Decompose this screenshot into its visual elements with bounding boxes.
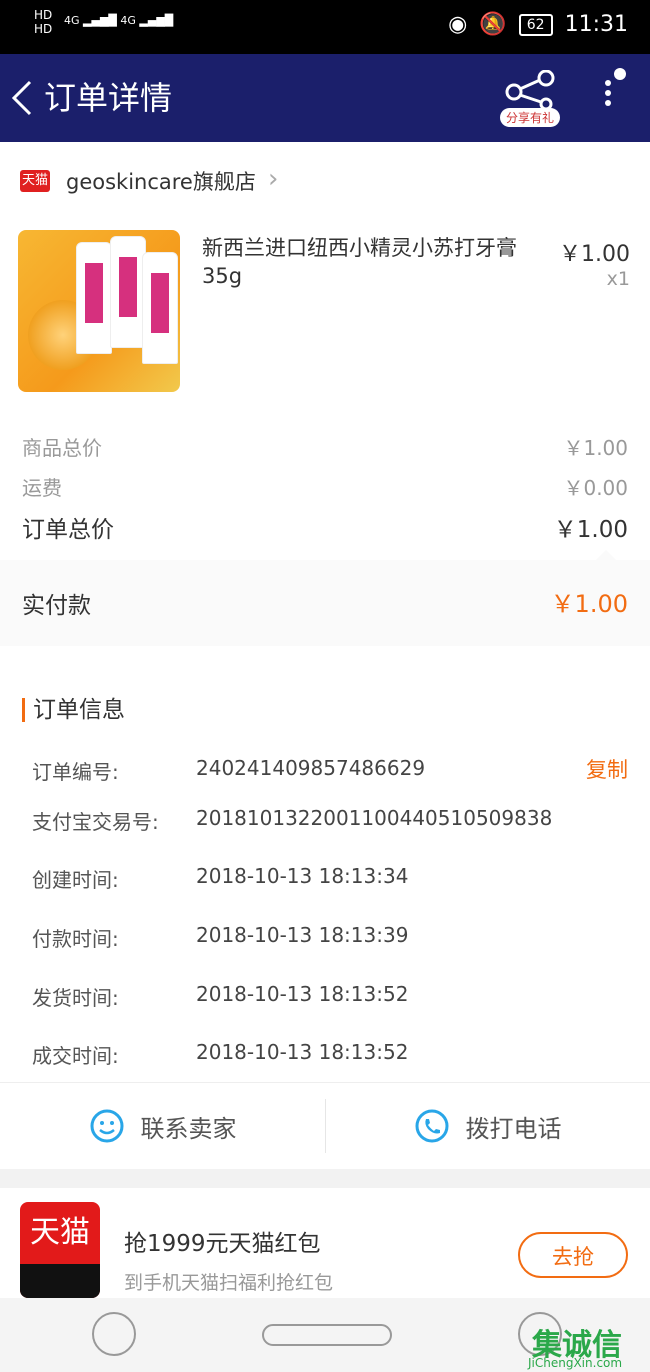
hd-badge-1: HD xyxy=(34,8,53,22)
chat-face-icon xyxy=(90,1109,123,1143)
more-menu-button[interactable] xyxy=(598,76,618,116)
shipping-value: ￥0.00 xyxy=(563,476,628,500)
order-total-label: 订单总价 xyxy=(22,517,114,543)
network-type-2: 4G xyxy=(120,14,136,27)
share-button[interactable]: 分享有礼 xyxy=(500,69,564,128)
contact-seller-label: 联系卖家 xyxy=(140,1114,237,1143)
nav-assistant-button[interactable] xyxy=(92,1312,136,1356)
promo-subtitle: 到手机天猫扫福利抢红包 xyxy=(124,1272,334,1294)
info-value: 240241409857486629 xyxy=(196,756,426,780)
paid-amount-row: 实付款 ￥1.00 xyxy=(0,550,650,646)
call-button[interactable]: 拨打电话 xyxy=(325,1083,650,1169)
hd-badge-2: HD xyxy=(34,22,53,36)
paid-label: 实付款 xyxy=(22,593,91,619)
share-reward-badge: 分享有礼 xyxy=(500,108,561,127)
status-left: HD HD 4G ▂▄▆█ 4G ▂▄▆█ xyxy=(34,8,173,36)
notch-marker xyxy=(596,550,616,560)
page-title: 订单详情 xyxy=(44,79,173,117)
promo-title: 抢1999元天猫红包 xyxy=(124,1231,321,1257)
share-icon xyxy=(505,69,555,111)
clock: 11:31 xyxy=(564,12,628,37)
info-value: 2018-10-13 18:13:39 xyxy=(196,923,409,947)
mute-bell-icon: 🔕 xyxy=(479,12,507,37)
info-label: 付款时间: xyxy=(32,927,119,951)
more-dot-icon xyxy=(605,80,611,86)
product-image[interactable] xyxy=(18,230,180,392)
product-quantity: x1 xyxy=(606,268,630,290)
watermark-url: JiChengXin.com xyxy=(528,1356,623,1370)
paid-value: ￥1.00 xyxy=(550,590,628,618)
section-title: 订单信息 xyxy=(22,698,125,722)
battery-indicator: 62 xyxy=(518,13,553,36)
action-bar: 联系卖家 拨打电话 xyxy=(0,1082,650,1169)
grab-button[interactable]: 去抢 xyxy=(518,1232,628,1278)
order-total-value: ￥1.00 xyxy=(553,517,628,543)
call-label: 拨打电话 xyxy=(465,1114,562,1143)
goods-total-label: 商品总价 xyxy=(22,436,102,460)
info-label: 成交时间: xyxy=(32,1044,119,1068)
more-dot-icon xyxy=(605,90,611,96)
more-dot-icon xyxy=(605,100,611,106)
info-label: 支付宝交易号: xyxy=(32,810,159,834)
contact-seller-button[interactable]: 联系卖家 xyxy=(0,1083,325,1169)
info-value: 2018-10-13 18:13:52 xyxy=(196,982,409,1006)
info-label: 创建时间: xyxy=(32,868,119,892)
status-bar: HD HD 4G ▂▄▆█ 4G ▂▄▆█ ◉ 🔕 62 11:31 xyxy=(0,0,650,54)
tube-graphic xyxy=(76,242,112,354)
notification-dot xyxy=(614,68,626,80)
chevron-left-icon xyxy=(11,80,32,116)
shop-name[interactable]: geoskincare旗舰店 xyxy=(66,166,256,196)
promo-banner: 天猫 抢1999元天猫红包 到手机天猫扫福利抢红包 去抢 xyxy=(0,1188,650,1298)
info-value: 2018-10-13 18:13:34 xyxy=(196,864,409,888)
phone-icon xyxy=(415,1109,448,1143)
info-value: 2018101322001100440510509838 xyxy=(196,806,553,830)
tube-graphic xyxy=(110,236,146,348)
goods-total-value: ￥1.00 xyxy=(563,436,628,460)
tmall-cat-eyes-graphic xyxy=(20,1264,100,1298)
system-nav-bar: 集诚信 JiChengXin.com xyxy=(0,1298,650,1372)
shipping-label: 运费 xyxy=(22,476,62,500)
copy-button[interactable]: 复制 xyxy=(586,754,628,784)
info-value: 2018-10-13 18:13:52 xyxy=(196,1040,409,1064)
status-right: ◉ 🔕 62 11:31 xyxy=(448,12,628,37)
signal-indicators: 4G ▂▄▆█ 4G ▂▄▆█ xyxy=(64,14,174,27)
info-label: 发货时间: xyxy=(32,986,119,1010)
order-info-section: 订单信息 订单编号: 240241409857486629 复制 支付宝交易号:… xyxy=(0,672,650,1082)
product-name[interactable]: 新西兰进口纽西小精灵小苏打牙膏35g xyxy=(202,234,542,290)
info-label: 订单编号: xyxy=(32,760,119,784)
back-button[interactable] xyxy=(10,78,34,125)
product-price: ￥1.00 xyxy=(559,242,630,267)
tmall-logo: 天猫 xyxy=(20,170,50,192)
app-bar: 订单详情 分享有礼 xyxy=(0,54,650,142)
tmall-app-text: 天猫 xyxy=(30,1215,90,1250)
chevron-right-icon: › xyxy=(268,164,279,194)
tmall-app-icon[interactable]: 天猫 xyxy=(20,1202,100,1298)
eye-icon: ◉ xyxy=(448,12,468,37)
shop-row[interactable]: 天猫 geoskincare旗舰店 › xyxy=(0,142,650,220)
network-type-1: 4G xyxy=(64,14,80,27)
tube-graphic xyxy=(142,252,178,364)
nav-home-button[interactable] xyxy=(262,1324,392,1346)
